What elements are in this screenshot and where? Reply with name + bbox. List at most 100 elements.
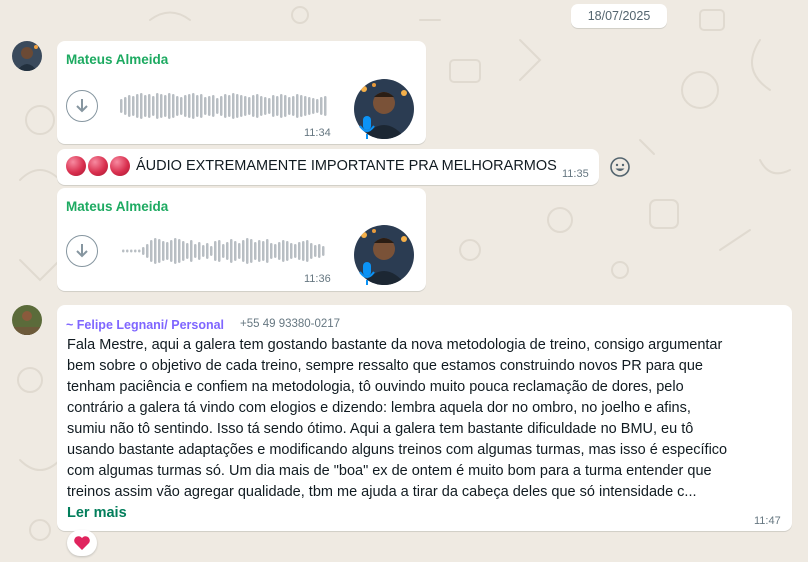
- waveform-bar: [164, 95, 167, 117]
- waveform-bar: [272, 95, 275, 117]
- waveform-bar: [234, 241, 237, 261]
- waveform-bar: [314, 245, 317, 257]
- message-text-line: usando bastante adaptações e modificando…: [67, 442, 728, 458]
- message-text-line: com algumas turmas só. Um dia mais de "b…: [67, 463, 712, 479]
- download-arrow-icon: [76, 99, 88, 113]
- waveform-bar: [144, 95, 147, 117]
- waveform-bar: [300, 95, 303, 117]
- sender-name[interactable]: ~ Felipe Legnani/ Personal: [66, 318, 224, 332]
- waveform-bar: [266, 239, 269, 263]
- audio-waveform[interactable]: [122, 236, 328, 266]
- microphone-icon: [359, 116, 375, 139]
- waveform-bar: [182, 241, 185, 261]
- date-chip: 18/07/2025: [571, 4, 667, 28]
- waveform-bar: [202, 245, 205, 257]
- waveform-bar: [320, 97, 323, 115]
- message-text-line: bem sobre o objetivo de cada treino, sem…: [67, 358, 703, 374]
- red-circle-icon: [66, 156, 86, 176]
- voice-message-bubble[interactable]: Mateus Almeida 11:34: [57, 41, 426, 144]
- waveform-bar: [126, 249, 129, 253]
- waveform-bar: [250, 239, 253, 263]
- waveform-bar: [260, 96, 263, 116]
- waveform-bar: [324, 96, 327, 116]
- message-text-line: treinos assim vão agregar qualidade, tbm…: [67, 484, 697, 500]
- waveform-bar: [274, 244, 277, 258]
- waveform-bar: [230, 239, 233, 263]
- waveform-bar: [240, 95, 243, 117]
- waveform-bar: [278, 242, 281, 260]
- waveform-bar: [146, 244, 149, 258]
- waveform-bar: [298, 242, 301, 260]
- sender-avatar[interactable]: [12, 305, 42, 335]
- waveform-bar: [160, 94, 163, 118]
- reaction-badge[interactable]: [67, 530, 97, 556]
- waveform-bar: [308, 97, 311, 115]
- waveform-bar: [290, 243, 293, 259]
- waveform-bar: [264, 97, 267, 115]
- waveform-bar: [282, 240, 285, 262]
- waveform-bar: [158, 239, 161, 263]
- waveform-bar: [312, 98, 315, 114]
- waveform-bar: [226, 242, 229, 260]
- waveform-bar: [302, 241, 305, 261]
- sender-avatar[interactable]: [12, 41, 42, 71]
- waveform-bar: [210, 246, 213, 256]
- waveform-bar: [246, 238, 249, 264]
- waveform-bar: [188, 94, 191, 118]
- avatar-photo-icon: [12, 41, 42, 71]
- sender-phone: +55 49 93380-0217: [240, 318, 341, 330]
- message-time: 11:34: [304, 127, 331, 139]
- audio-waveform[interactable]: [120, 91, 328, 121]
- waveform-bar: [192, 93, 195, 119]
- waveform-bar: [212, 95, 215, 117]
- waveform-bar: [186, 243, 189, 259]
- read-more-link[interactable]: Ler mais: [67, 505, 127, 521]
- react-emoji-button[interactable]: [606, 153, 634, 181]
- sender-name: Mateus Almeida: [66, 199, 169, 214]
- waveform-bar: [224, 94, 227, 118]
- download-button[interactable]: [66, 235, 98, 267]
- sender-name: Mateus Almeida: [66, 52, 169, 67]
- red-circle-icon: [88, 156, 108, 176]
- waveform-bar: [306, 240, 309, 262]
- waveform-bar: [170, 240, 173, 262]
- waveform-bar: [178, 239, 181, 263]
- microphone-icon: [359, 262, 375, 285]
- voice-message-bubble[interactable]: Mateus Almeida 11:36: [57, 188, 426, 291]
- message-text: ÁUDIO EXTREMAMENTE IMPORTANTE PRA MELHOR…: [136, 158, 557, 174]
- waveform-bar: [288, 97, 291, 115]
- waveform-bar: [148, 94, 151, 118]
- waveform-bar: [316, 99, 319, 113]
- waveform-bar: [232, 93, 235, 119]
- message-text-line: contrário a galera tá vindo com elogios …: [67, 400, 691, 416]
- waveform-bar: [252, 95, 255, 117]
- download-button[interactable]: [66, 90, 98, 122]
- waveform-bar: [142, 247, 145, 255]
- waveform-bar: [206, 243, 209, 259]
- text-message-bubble[interactable]: ÁUDIO EXTREMAMENTE IMPORTANTE PRA MELHOR…: [57, 149, 599, 185]
- waveform-bar: [134, 249, 137, 253]
- waveform-bar: [294, 244, 297, 258]
- waveform-bar: [152, 96, 155, 116]
- red-circles-emoji: [66, 156, 130, 176]
- waveform-bar: [244, 96, 247, 116]
- waveform-bar: [242, 240, 245, 262]
- message-time: 11:35: [562, 168, 589, 180]
- waveform-bar: [248, 97, 251, 115]
- waveform-bar: [172, 94, 175, 118]
- waveform-bar: [310, 243, 313, 259]
- waveform-bar: [236, 94, 239, 118]
- waveform-bar: [168, 93, 171, 119]
- waveform-bar: [162, 241, 165, 261]
- waveform-bar: [256, 94, 259, 118]
- waveform-bar: [120, 99, 123, 113]
- message-text-line: Fala Mestre, aqui a galera tem gostando …: [67, 337, 723, 353]
- waveform-bar: [194, 244, 197, 258]
- waveform-bar: [180, 97, 183, 115]
- waveform-bar: [124, 97, 127, 115]
- waveform-bar: [292, 96, 295, 116]
- waveform-bar: [130, 249, 133, 253]
- waveform-bar: [304, 96, 307, 116]
- waveform-bar: [220, 96, 223, 116]
- waveform-bar: [238, 243, 241, 259]
